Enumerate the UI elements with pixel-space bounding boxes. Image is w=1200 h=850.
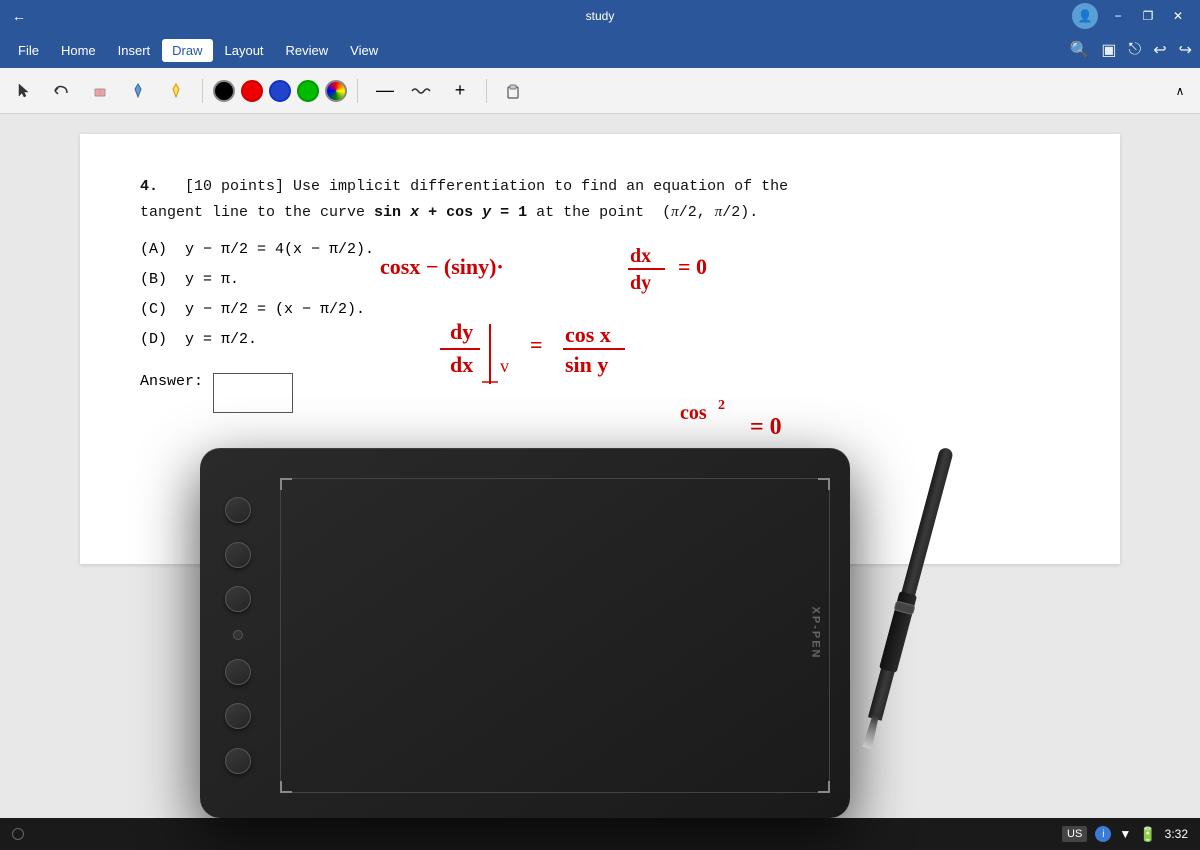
network-icon: ▼ bbox=[1119, 827, 1131, 841]
battery-icon: 🔋 bbox=[1139, 826, 1156, 843]
color-blue[interactable] bbox=[269, 80, 291, 102]
brand-label: XP-PEN bbox=[810, 607, 822, 660]
choices-list: (A) y − π/2 = 4(x − π/2). (B) y = π. (C)… bbox=[140, 235, 1060, 355]
choice-c: (C) y − π/2 = (x − π/2). bbox=[140, 295, 1060, 325]
question-number: 4. bbox=[140, 178, 158, 195]
title-bar-left: ← bbox=[8, 8, 30, 24]
title-bar: ← study 👤 − ❐ ✕ bbox=[0, 0, 1200, 32]
close-button[interactable]: ✕ bbox=[1164, 6, 1192, 26]
restore-button[interactable]: ❐ bbox=[1134, 6, 1162, 26]
answer-label: Answer: bbox=[140, 373, 203, 390]
corner-br bbox=[818, 781, 830, 793]
tablet-button-2[interactable] bbox=[225, 542, 251, 568]
app-title: study bbox=[586, 9, 615, 23]
corner-tl bbox=[280, 478, 292, 490]
question-text: 4. [10 points] Use implicit differentiat… bbox=[140, 174, 1060, 225]
menu-insert[interactable]: Insert bbox=[108, 39, 161, 62]
minimize-button[interactable]: − bbox=[1104, 6, 1132, 26]
draw-toolbar: — + ∧ bbox=[0, 68, 1200, 114]
info-icon[interactable]: i bbox=[1095, 826, 1111, 842]
menu-draw[interactable]: Draw bbox=[162, 39, 212, 62]
user-avatar[interactable]: 👤 bbox=[1072, 3, 1098, 29]
pen-tool-button[interactable] bbox=[122, 75, 154, 107]
eraser-button[interactable] bbox=[84, 75, 116, 107]
toolbar-collapse-button[interactable]: ∧ bbox=[1168, 79, 1192, 103]
undo-icon[interactable]: ↩ bbox=[1153, 40, 1166, 60]
search-icon[interactable]: 🔍 bbox=[1069, 40, 1089, 60]
corner-bl bbox=[280, 781, 292, 793]
tablet-dot-1 bbox=[233, 630, 243, 640]
choice-d: (D) y = π/2. bbox=[140, 325, 1060, 355]
drawing-tablet: XP-PEN bbox=[200, 398, 900, 818]
add-tool-button[interactable]: + bbox=[444, 75, 476, 107]
read-mode-icon[interactable]: ▣ bbox=[1101, 40, 1116, 60]
tablet-active-area bbox=[280, 478, 830, 793]
corner-tr bbox=[818, 478, 830, 490]
color-red[interactable] bbox=[241, 80, 263, 102]
status-right: US i ▼ 🔋 3:32 bbox=[1062, 826, 1188, 843]
back-button[interactable]: ← bbox=[8, 8, 30, 24]
toolbar-sep-3 bbox=[486, 79, 487, 103]
menu-view[interactable]: View bbox=[340, 39, 388, 62]
tablet-button-1[interactable] bbox=[225, 497, 251, 523]
tablet-button-5[interactable] bbox=[225, 703, 251, 729]
color-black[interactable] bbox=[213, 80, 235, 102]
app-window: ← study 👤 − ❐ ✕ File Home Insert Draw La… bbox=[0, 0, 1200, 850]
wave-tool-button[interactable] bbox=[406, 75, 438, 107]
cursor-tool-button[interactable] bbox=[8, 75, 40, 107]
toolbar-sep-1 bbox=[202, 79, 203, 103]
time-display: 3:32 bbox=[1165, 827, 1188, 841]
choice-a: (A) y − π/2 = 4(x − π/2). bbox=[140, 235, 1060, 265]
menu-review[interactable]: Review bbox=[276, 39, 339, 62]
question-body: [10 points] Use implicit differentiation… bbox=[140, 178, 788, 221]
redo-icon[interactable]: ↪ bbox=[1179, 40, 1192, 60]
window-controls: − ❐ ✕ bbox=[1104, 6, 1192, 26]
tablet-side-buttons bbox=[210, 478, 265, 793]
menu-home[interactable]: Home bbox=[51, 39, 106, 62]
menu-file[interactable]: File bbox=[8, 39, 49, 62]
color-green[interactable] bbox=[297, 80, 319, 102]
toolbar-sep-2 bbox=[357, 79, 358, 103]
menu-bar: File Home Insert Draw Layout Review View… bbox=[0, 32, 1200, 68]
color-multi[interactable] bbox=[325, 80, 347, 102]
line-tool-button[interactable]: — bbox=[368, 75, 400, 107]
tablet-body: XP-PEN bbox=[200, 448, 850, 818]
tablet-button-4[interactable] bbox=[225, 659, 251, 685]
menu-right-icons: 🔍 ▣ ⎋ ↩ ↪ bbox=[1069, 40, 1192, 60]
undo-gesture-button[interactable] bbox=[46, 75, 78, 107]
locale-indicator: US bbox=[1062, 826, 1087, 842]
menu-layout[interactable]: Layout bbox=[215, 39, 274, 62]
status-bar: US i ▼ 🔋 3:32 bbox=[0, 818, 1200, 850]
paste-button[interactable] bbox=[497, 75, 529, 107]
status-indicator bbox=[12, 828, 24, 840]
share-icon[interactable]: ⎋ bbox=[1129, 41, 1142, 59]
highlighter-button[interactable] bbox=[160, 75, 192, 107]
tablet-button-6[interactable] bbox=[225, 748, 251, 774]
choice-b: (B) y = π. bbox=[140, 265, 1060, 295]
tablet-button-3[interactable] bbox=[225, 586, 251, 612]
